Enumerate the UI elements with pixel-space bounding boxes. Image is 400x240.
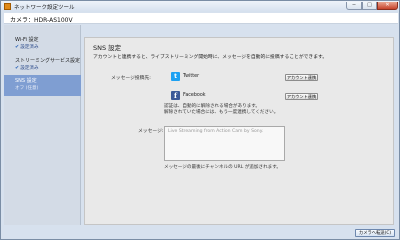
section-description: アカウントと連携すると、ライブストリーミング開始時に、メッセージを自動的に投稿す… bbox=[93, 55, 328, 60]
transfer-to-camera-button[interactable]: カメラへ転送(C) bbox=[355, 229, 395, 237]
sidebar-item-label: SNS 設定 bbox=[15, 78, 37, 84]
window-title: ネットワーク設定ツール bbox=[14, 5, 75, 11]
maximize-button[interactable]: □ bbox=[362, 2, 377, 10]
sidebar-item-status: ✔設定済み bbox=[15, 65, 81, 71]
camera-header: カメラ：HDR-AS100V bbox=[4, 13, 398, 24]
auth-note-line-2: 解除されていた場合には、もう一度連携してください。 bbox=[164, 110, 279, 115]
camera-label: カメラ：HDR-AS100V bbox=[10, 17, 73, 24]
sidebar-item-sns[interactable]: SNS 設定 オフ (任意) bbox=[4, 75, 81, 96]
sidebar-item-label: Wi-Fi 設定 bbox=[15, 37, 39, 43]
message-label: メッセージ: bbox=[138, 129, 164, 134]
twitter-icon: t bbox=[171, 72, 180, 81]
check-icon: ✔ bbox=[15, 44, 20, 50]
facebook-label: Facebook bbox=[183, 93, 206, 98]
twitter-label: Twitter bbox=[183, 74, 200, 79]
sidebar-item-status: ✔設定済み bbox=[15, 44, 81, 50]
sidebar-item-label: ストリーミングサービス設定 bbox=[15, 58, 81, 64]
twitter-link-button[interactable]: アカウント連携 bbox=[285, 74, 318, 81]
url-note: メッセージの最後にチャンネルの URL が追加されます。 bbox=[164, 165, 282, 170]
app-icon bbox=[4, 3, 11, 10]
sidebar-item-streaming[interactable]: ストリーミングサービス設定 ✔設定済み bbox=[4, 55, 81, 76]
section-title: SNS 設定 bbox=[93, 44, 122, 52]
sns-settings-panel: SNS 設定 アカウントと連携すると、ライブストリーミング開始時に、メッセージを… bbox=[84, 37, 394, 225]
app-window: ネットワーク設定ツール ─ □ ✕ カメラ：HDR-AS100V Wi-Fi 設… bbox=[0, 0, 400, 240]
check-icon: ✔ bbox=[15, 65, 20, 71]
title-bar: ネットワーク設定ツール ─ □ ✕ bbox=[1, 1, 399, 12]
sidebar-item-wifi[interactable]: Wi-Fi 設定 ✔設定済み bbox=[4, 34, 81, 55]
minimize-button[interactable]: ─ bbox=[346, 2, 362, 10]
sidebar-item-status: オフ (任意) bbox=[15, 86, 39, 91]
close-window-button[interactable]: ✕ bbox=[377, 2, 398, 10]
sidebar: Wi-Fi 設定 ✔設定済み ストリーミングサービス設定 ✔設定済み SNS 設… bbox=[4, 25, 81, 225]
facebook-icon: f bbox=[171, 91, 180, 100]
post-destination-label: メッセージ投稿先: bbox=[111, 76, 151, 81]
status-text: 設定済み bbox=[20, 66, 39, 71]
status-text: 設定済み bbox=[20, 45, 39, 50]
message-textarea[interactable]: Live Streaming from Action Cam by Sony. bbox=[164, 126, 285, 161]
facebook-link-button[interactable]: アカウント連携 bbox=[285, 93, 318, 100]
